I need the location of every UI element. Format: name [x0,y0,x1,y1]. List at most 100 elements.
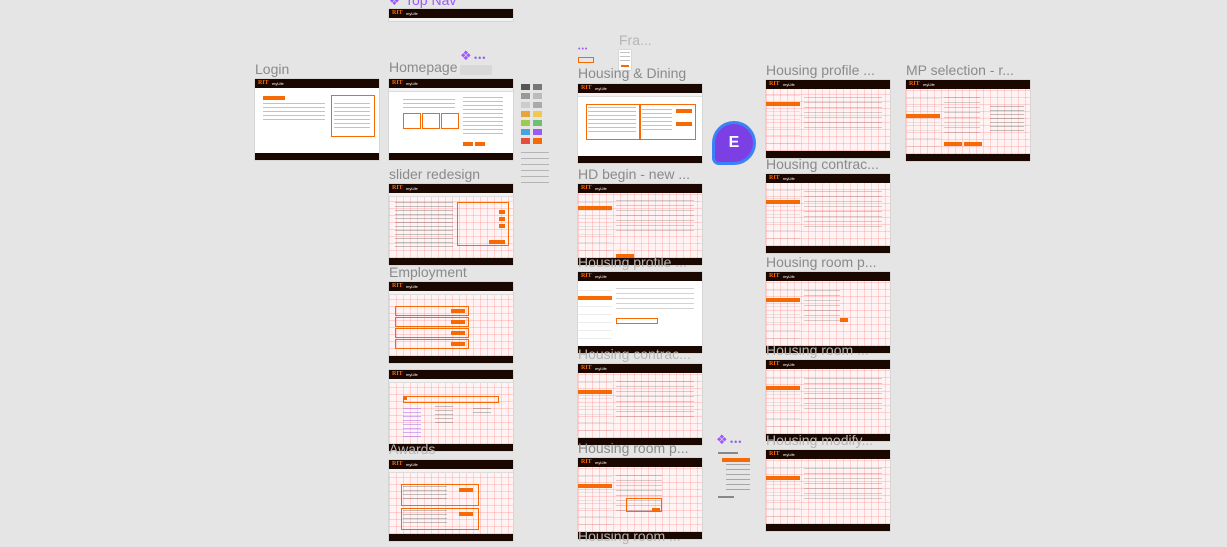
rit-logo: RIT [769,273,780,279]
sidebar [578,470,612,532]
action-buttons[interactable] [616,523,656,536]
app-name: myLife [595,274,607,279]
award-text [403,486,447,502]
app-name: myLife [783,362,795,367]
frame-housing-contract-mid[interactable]: RIT myLife [578,364,702,445]
more-dots-icon: ••• [730,437,743,447]
frame-homepage[interactable]: RIT myLife [389,79,513,160]
small-tag [578,57,594,63]
frame-employment[interactable]: RIT myLife [389,282,513,363]
rit-header: RIT myLife [906,80,1030,89]
frame-label-housing-dining[interactable]: Housing & Dining [578,65,686,81]
frame-housing-modify[interactable]: RIT myLife [766,450,890,531]
award-button[interactable] [459,512,473,516]
nav-bar [389,291,513,295]
frame-housing-room-right[interactable]: RIT myLife [766,272,890,353]
profile-input[interactable] [616,318,658,324]
frame-mp-selection[interactable]: RIT myLife [906,80,1030,161]
footer [906,154,1030,161]
results-col [435,406,453,426]
frame-label-login[interactable]: Login [255,61,289,77]
action-buttons[interactable] [804,425,844,438]
frame-label-housing-room-2[interactable]: Housing room ... [766,342,869,358]
frame-search[interactable]: RIT myLife [389,370,513,451]
content-text [804,376,882,413]
action-buttons[interactable] [804,515,844,528]
rit-logo: RIT [769,175,780,181]
mp-button[interactable] [964,142,982,146]
frame-label-housing-profile[interactable]: Housing profile ... [766,62,875,78]
frame-awards[interactable]: RIT myLife [389,460,513,541]
employment-button[interactable] [451,331,465,335]
slider-button[interactable] [499,217,505,221]
frame-housing-contract-right[interactable]: RIT myLife [766,174,890,253]
frame-label-top-nav[interactable]: Top Nav [405,0,456,8]
action-buttons[interactable] [804,337,844,350]
employment-button[interactable] [451,320,465,324]
frame-login[interactable]: RIT myLife [255,79,379,160]
action-buttons[interactable] [804,237,844,250]
content-text [944,96,980,137]
frame-label-housing-contract[interactable]: Housing contrac... [766,156,879,172]
sidebar [766,92,800,151]
slider-button[interactable] [499,224,505,228]
app-name: myLife [406,81,418,86]
employment-button[interactable] [451,309,465,313]
frame-label-mp-selection[interactable]: MP selection - r... [906,62,1014,78]
search-input[interactable] [403,396,499,403]
employment-button[interactable] [451,342,465,346]
room-button[interactable] [652,508,660,512]
frame-housing-dining[interactable]: RIT myLife [578,84,702,163]
frame-label-hd-begin[interactable]: HD begin - new ... [578,166,690,182]
frame-label-fra[interactable]: Fra... [619,32,652,48]
frame-label-housing-contract-mid[interactable]: Housing contrac... [578,346,691,362]
frame-label-slider-redesign[interactable]: slider redesign [389,166,480,182]
slider-button[interactable] [499,210,505,214]
action-buttons[interactable] [616,429,656,442]
results-col [473,406,491,416]
homepage-button[interactable] [475,142,485,146]
frame-label-housing-room-mid[interactable]: Housing room p... [578,440,689,456]
rit-logo: RIT [581,365,592,371]
action-buttons[interactable] [616,337,656,350]
dining-panel-text [642,107,672,133]
rit-header: RIT myLife [766,80,890,89]
frame-top-nav[interactable]: RIT myLife [389,9,513,21]
mp-button[interactable] [944,142,962,146]
frame-housing-profile[interactable]: RIT myLife [766,80,890,158]
rit-logo: RIT [392,10,403,16]
sidebar [766,284,800,346]
homepage-text [403,97,455,111]
frame-housing-profile-mid[interactable]: RIT myLife [578,272,702,353]
user-avatar[interactable]: E [715,124,753,162]
frame-label-housing-profile-mid[interactable]: Housing profile ... [578,254,687,270]
award-button[interactable] [459,488,473,492]
room-button[interactable] [840,318,848,322]
action-buttons[interactable] [616,245,656,258]
frame-hd-begin[interactable]: RIT myLife [578,184,702,265]
login-button[interactable] [263,96,285,100]
homepage-button[interactable] [463,142,473,146]
nav-bar [389,379,513,383]
frame-label-awards[interactable]: Awards [389,441,435,457]
frame-label-housing-modify[interactable]: Housing modify... [766,432,873,448]
frame-label-employment[interactable]: Employment [389,264,467,280]
housing-button[interactable] [676,109,692,113]
frame-label-homepage[interactable]: Homepage [389,59,458,75]
login-text [263,103,325,123]
frame-housing-room-right-2[interactable]: RIT myLife [766,360,890,441]
frame-housing-room-mid[interactable]: RIT myLife [578,458,702,539]
dining-button[interactable] [676,122,692,126]
frame-slider-redesign[interactable]: RIT myLife [389,184,513,265]
nav-bar [389,469,513,473]
frame-label-housing-room-bottom[interactable]: Housing room ... [578,528,681,544]
content-text [616,288,694,313]
slider-button[interactable] [489,240,505,244]
rit-logo: RIT [581,273,592,279]
frame-label-housing-room[interactable]: Housing room p... [766,254,877,270]
nav-bar [389,18,513,21]
side-nav-component[interactable] [718,452,750,498]
rit-logo: RIT [769,451,780,457]
search-button[interactable] [403,397,407,400]
action-buttons[interactable] [804,142,844,155]
